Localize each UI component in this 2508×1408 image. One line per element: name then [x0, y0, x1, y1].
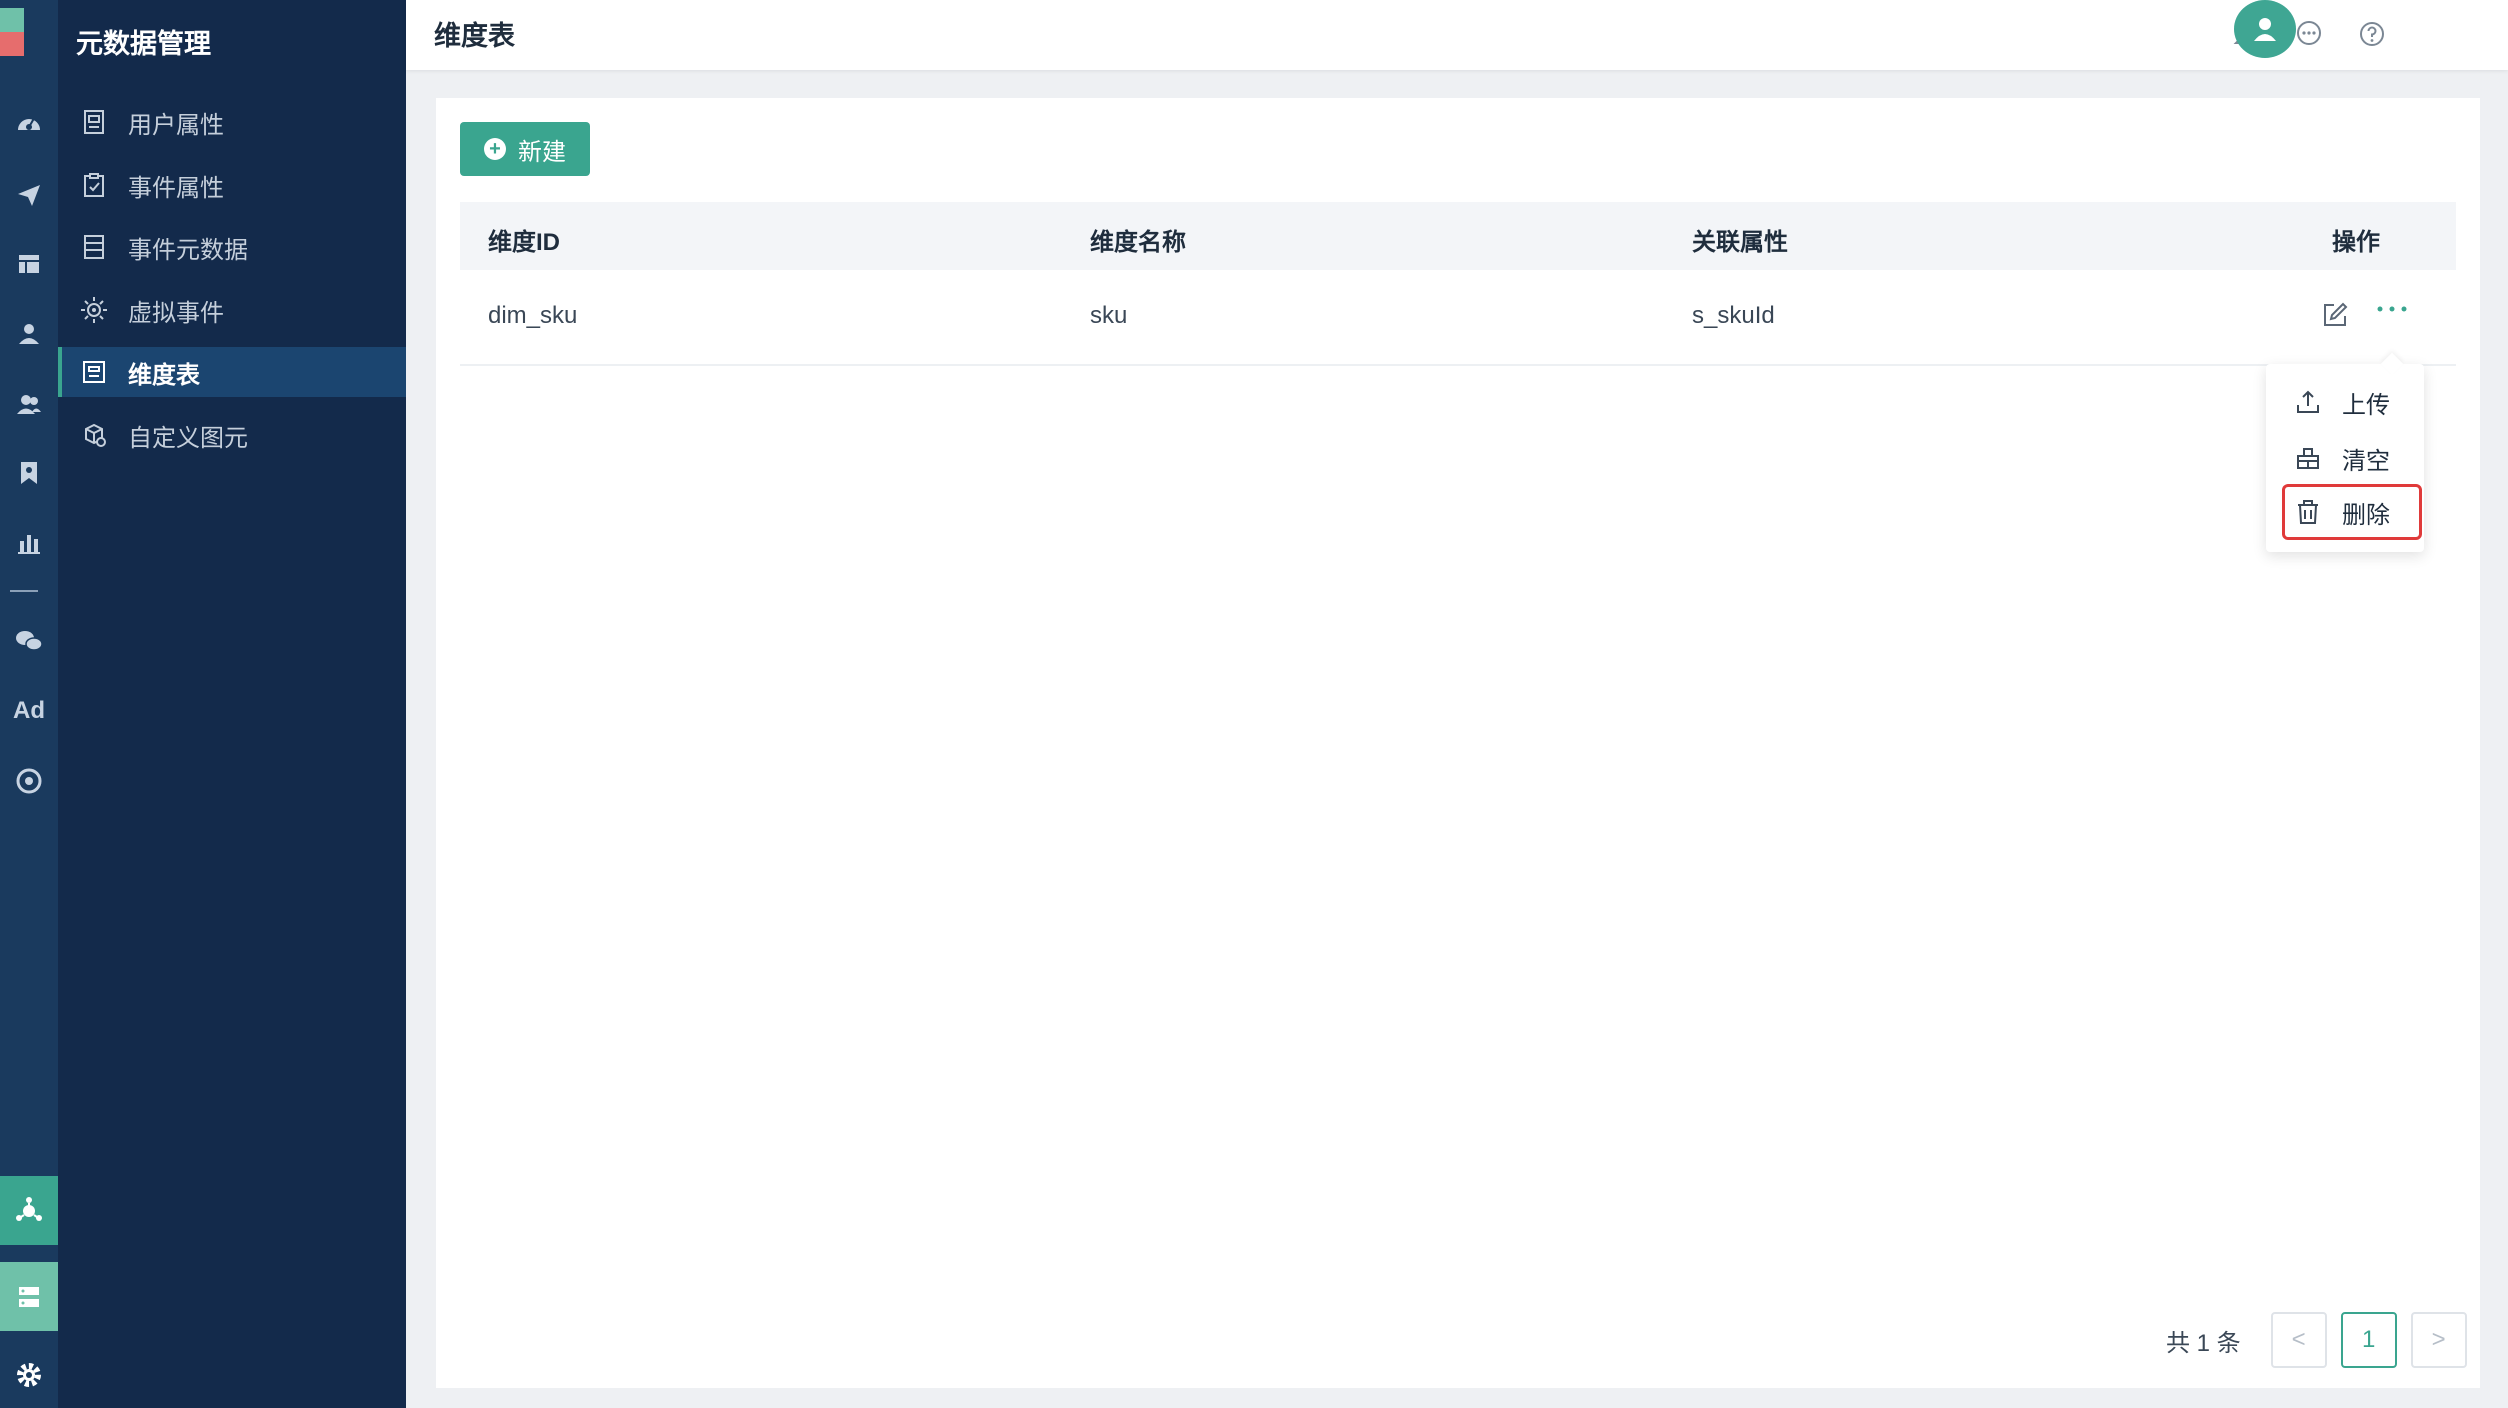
sidebar-item-label: 虚拟事件	[128, 299, 224, 327]
user-icon[interactable]	[8, 313, 50, 355]
dimension-table: 维度ID 维度名称 关联属性 操作 dim_sku sku s_skuId	[460, 202, 2456, 366]
column-header-dimension-name: 维度名称	[1090, 229, 1186, 256]
delete-label: 删除	[2342, 501, 2390, 529]
chevron-right-icon: >	[2431, 1326, 2446, 1353]
users-icon[interactable]	[8, 383, 50, 425]
page-title: 维度表	[434, 21, 515, 51]
more-options-icon[interactable]	[2372, 298, 2412, 328]
plus-icon: +	[484, 138, 506, 160]
help-icon[interactable]	[2352, 14, 2392, 54]
cube-icon	[80, 421, 108, 449]
prev-page-button[interactable]: <	[2270, 1312, 2327, 1368]
delete-menu-item[interactable]: 删除	[2282, 484, 2422, 540]
sidebar-item-label: 事件元数据	[128, 236, 248, 264]
bar-chart-icon[interactable]	[8, 522, 50, 564]
target-icon[interactable]	[8, 760, 50, 802]
clipboard-icon	[80, 171, 108, 199]
sidebar-item-custom-graphics[interactable]: 自定义图元	[58, 410, 406, 460]
clear-icon	[2294, 444, 2322, 472]
sidebar-item-label: 自定义图元	[128, 424, 248, 452]
sidebar-item-virtual-events[interactable]: 虚拟事件	[58, 285, 406, 335]
clear-menu-item[interactable]: 清空	[2266, 430, 2424, 486]
trash-icon	[2294, 498, 2322, 526]
row-actions-dropdown: 上传 清空 删除	[2266, 364, 2424, 552]
avatar[interactable]	[2234, 0, 2296, 58]
rail-divider	[10, 590, 38, 592]
sidebar-item-event-attributes[interactable]: 事件属性	[58, 160, 406, 210]
sidebar-item-event-metadata[interactable]: 事件元数据	[58, 222, 406, 272]
server-icon[interactable]	[0, 1262, 58, 1331]
send-icon[interactable]	[8, 174, 50, 216]
dimension-table-icon	[80, 358, 108, 386]
content-card: + 新建 维度ID 维度名称 关联属性 操作 dim_sku sku s_sku…	[436, 98, 2480, 1388]
upload-label: 上传	[2342, 391, 2390, 419]
sun-icon	[80, 296, 108, 324]
new-button-label: 新建	[518, 138, 566, 166]
cell-dimension-name: sku	[1090, 302, 1128, 329]
column-header-actions: 操作	[2332, 229, 2380, 256]
table-icon[interactable]	[8, 243, 50, 285]
next-page-button[interactable]: >	[2410, 1312, 2467, 1368]
upload-icon	[2294, 388, 2322, 416]
total-count: 共 1 条	[2166, 1329, 2241, 1357]
page-number: 1	[2362, 1326, 2376, 1353]
table-row: dim_sku sku s_skuId	[460, 270, 2456, 366]
edit-icon[interactable]	[2320, 300, 2352, 332]
sidebar-item-label: 维度表	[128, 361, 200, 389]
cell-dimension-id: dim_sku	[488, 302, 578, 329]
sidebar-item-label: 用户属性	[128, 111, 224, 139]
new-button[interactable]: + 新建	[460, 122, 590, 176]
sidebar-item-dimension-table[interactable]: 维度表	[58, 347, 406, 397]
sidebar-item-label: 事件属性	[128, 174, 224, 202]
chevron-left-icon: <	[2291, 1326, 2306, 1353]
top-header: 维度表	[406, 0, 2508, 70]
node-icon[interactable]	[0, 1176, 58, 1245]
pagination: 共 1 条 < 1 >	[2166, 1312, 2467, 1368]
ad-icon[interactable]: Ad	[8, 690, 50, 732]
settings-icon[interactable]	[0, 1340, 58, 1408]
clear-label: 清空	[2342, 447, 2390, 475]
column-header-related-attribute: 关联属性	[1692, 229, 1788, 256]
sidebar-item-user-attributes[interactable]: 用户属性	[58, 97, 406, 147]
dashboard-icon[interactable]	[8, 103, 50, 145]
wechat-icon[interactable]	[8, 620, 50, 662]
bookmark-icon[interactable]	[8, 452, 50, 494]
sidebar: 元数据管理 用户属性 事件属性 事件元数据 虚拟事件 维度表 自定义图元	[58, 0, 406, 1408]
page-button-1[interactable]: 1	[2340, 1312, 2397, 1368]
logo	[0, 8, 24, 56]
cell-related-attribute: s_skuId	[1692, 302, 1775, 329]
table-header: 维度ID 维度名称 关联属性 操作	[460, 202, 2456, 270]
icon-rail: Ad	[0, 0, 58, 1408]
sidebar-title: 元数据管理	[76, 29, 211, 59]
list-icon	[80, 233, 108, 261]
upload-menu-item[interactable]: 上传	[2266, 374, 2424, 430]
document-icon	[80, 108, 108, 136]
column-header-dimension-id: 维度ID	[488, 229, 560, 256]
ad-label: Ad	[13, 697, 45, 724]
